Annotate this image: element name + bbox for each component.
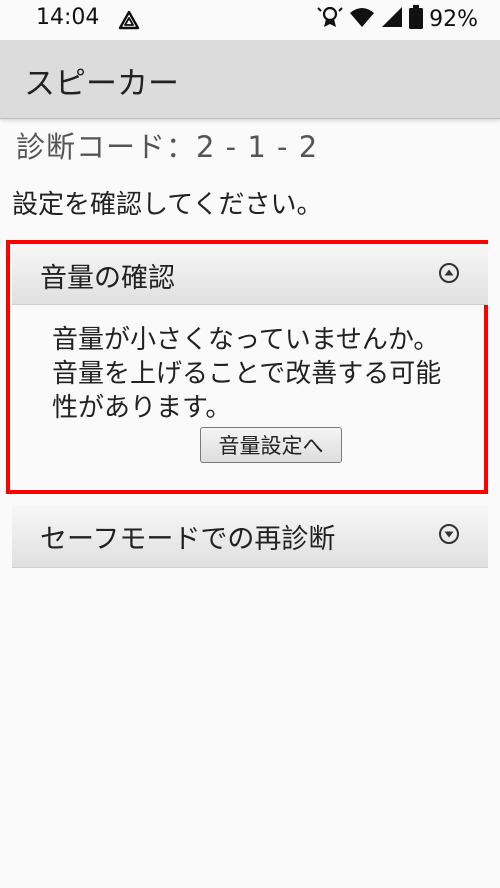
status-bar: 14:04 92%	[0, 0, 500, 40]
accordion-safe-mode-header[interactable]: セーフモードでの再診断	[12, 505, 488, 568]
accordion-volume-check-body: 音量が小さくなっていませんか。 音量を上げることで改善する可能 性があります。 …	[12, 305, 488, 491]
security-icon	[317, 5, 343, 33]
expand-down-icon[interactable]	[438, 523, 460, 545]
wifi-icon	[349, 6, 375, 32]
volume-settings-button[interactable]: 音量設定へ	[200, 427, 342, 463]
assistant-icon	[118, 10, 140, 34]
accordion-title: セーフモードでの再診断	[40, 524, 336, 555]
battery-icon	[409, 5, 424, 33]
signal-icon	[381, 6, 403, 32]
app-bar: スピーカー	[0, 40, 500, 119]
diagnosis-code: 診断コード：2 - 1 - 2	[16, 130, 319, 164]
accordion-title: 音量の確認	[40, 263, 175, 294]
instruction-text: 設定を確認してください。	[12, 190, 323, 220]
status-time: 14:04	[36, 5, 100, 30]
accordion-volume-check-header[interactable]: 音量の確認	[12, 244, 488, 305]
collapse-up-icon[interactable]	[438, 262, 460, 284]
page-title: スピーカー	[24, 66, 179, 102]
battery-percent: 92%	[429, 6, 478, 32]
accordion-body-text: 音量が小さくなっていませんか。 音量を上げることで改善する可能 性があります。	[52, 325, 442, 423]
